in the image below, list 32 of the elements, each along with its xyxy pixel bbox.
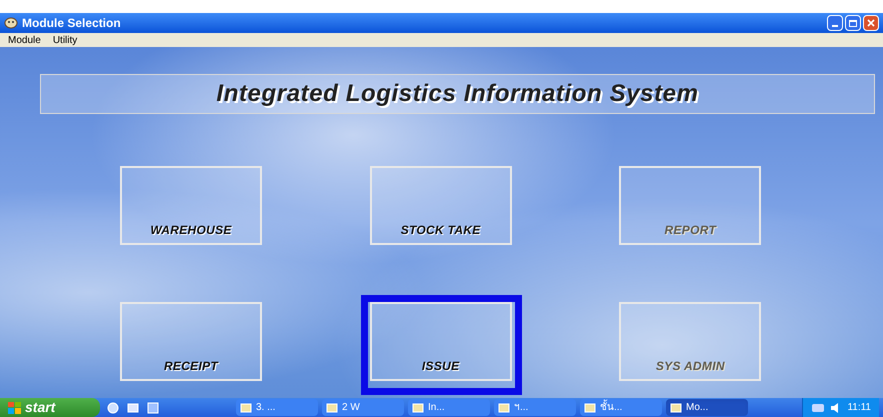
windows-logo-icon	[8, 402, 21, 414]
quick-launch-icon[interactable]	[126, 400, 140, 414]
taskbar-button[interactable]: ฯ...	[494, 399, 576, 416]
taskbar-button[interactable]: ชั้น...	[580, 399, 662, 416]
taskbar-button[interactable]: In...	[408, 399, 490, 416]
maximize-button[interactable]	[845, 15, 861, 31]
taskbar-button[interactable]: 2 W	[322, 399, 404, 416]
window-icon	[498, 402, 510, 412]
menu-item[interactable]: Utility	[52, 32, 78, 48]
network-icon[interactable]	[811, 402, 826, 414]
close-icon	[867, 19, 875, 27]
window-title: Module Selection	[22, 15, 122, 32]
window-icon	[412, 402, 424, 412]
window-icon	[584, 402, 596, 412]
window-icon	[240, 402, 252, 412]
window-icon	[670, 402, 682, 412]
window-icon	[326, 402, 338, 412]
taskbar-button[interactable]: Mo...	[666, 399, 748, 416]
start-button[interactable]: start	[0, 398, 100, 417]
close-button[interactable]	[863, 15, 879, 31]
clock: 11:11	[847, 401, 871, 415]
module-button[interactable]: RECEIPT	[120, 302, 262, 381]
quick-launch-icon[interactable]	[106, 400, 120, 414]
quick-launch-icon[interactable]	[146, 400, 160, 414]
module-button[interactable]: ISSUE	[370, 302, 512, 381]
module-button[interactable]: STOCK TAKE	[370, 166, 512, 245]
minimize-button[interactable]	[827, 15, 843, 31]
menu-item[interactable]: Module	[8, 32, 41, 48]
app-icon	[4, 16, 18, 30]
banner-title: Integrated Logistics Information System	[216, 79, 699, 109]
module-button[interactable]: WAREHOUSE	[120, 166, 262, 245]
taskbar-button[interactable]: 3. ...	[236, 399, 318, 416]
